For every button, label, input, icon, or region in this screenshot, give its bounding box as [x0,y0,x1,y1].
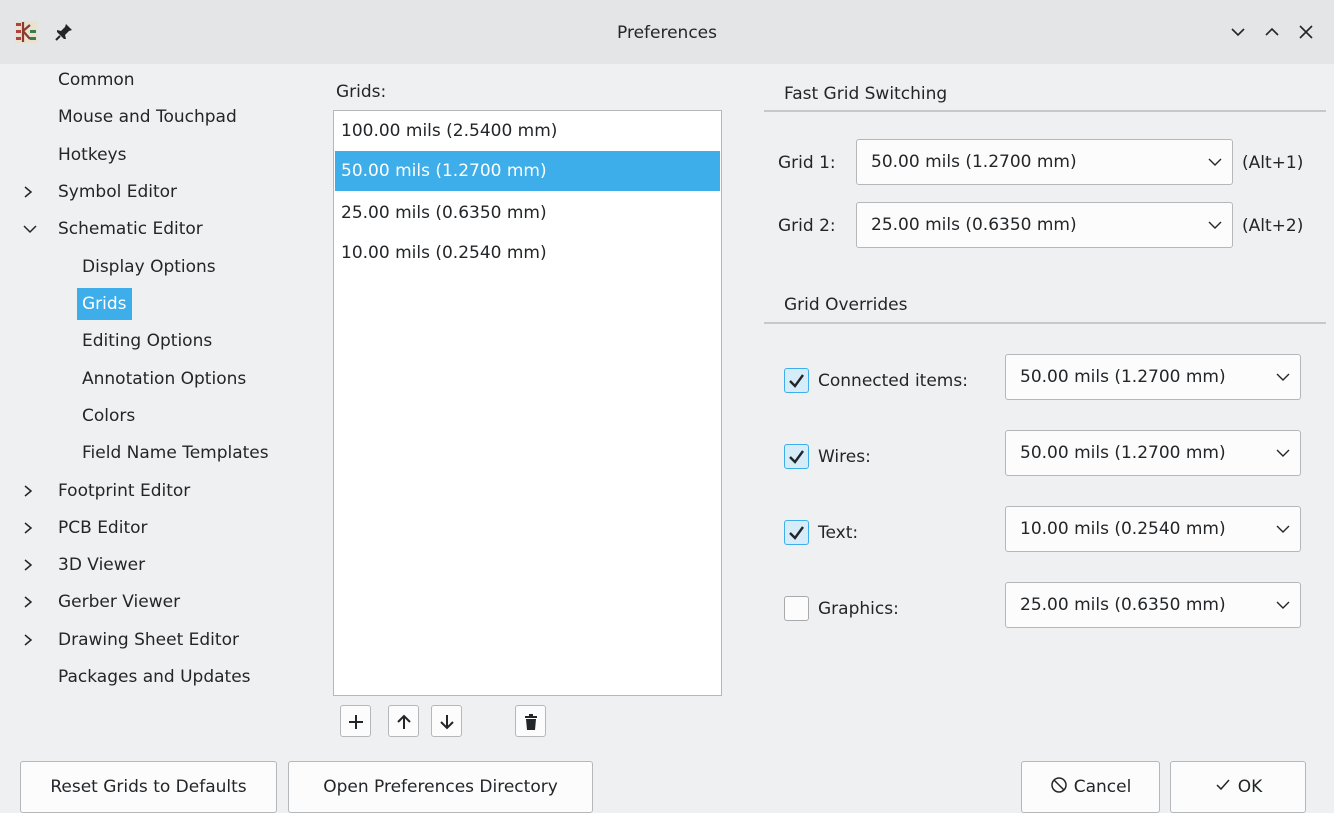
grid1-select[interactable]: 50.00 mils (1.2700 mm) [856,139,1233,185]
cancel-icon [1050,777,1067,793]
tree-item-symbol-editor[interactable]: Symbol Editor [0,176,300,208]
connected-items-select[interactable]: 50.00 mils (1.2700 mm) [1005,354,1301,400]
graphics-label: Graphics: [818,599,899,619]
connected-items-checkbox[interactable] [784,368,809,393]
chevron-down-icon[interactable] [22,213,40,245]
tree-item-drawing-sheet-editor[interactable]: Drawing Sheet Editor [0,624,300,656]
ok-label: OK [1237,777,1263,797]
separator [764,110,1326,112]
text-select[interactable]: 10.00 mils (0.2540 mm) [1005,506,1301,552]
list-item[interactable]: 10.00 mils (0.2540 mm) [335,233,720,273]
tree-item-gerber-viewer[interactable]: Gerber Viewer [0,586,300,618]
plus-icon [349,715,363,729]
text-checkbox[interactable] [784,520,809,545]
chevron-down-icon [1276,601,1290,609]
chevron-right-icon[interactable] [22,512,40,544]
wires-checkbox[interactable] [784,444,809,469]
reset-grids-button[interactable]: Reset Grids to Defaults [20,761,277,813]
tree-item-pcb-editor[interactable]: PCB Editor [0,512,300,544]
cancel-button[interactable]: Cancel [1021,761,1160,813]
cancel-label: Cancel [1073,777,1132,797]
arrow-up-icon [397,714,411,729]
chevron-right-icon[interactable] [22,475,40,507]
list-item[interactable]: 50.00 mils (1.2700 mm) [335,151,720,191]
ok-button[interactable]: OK [1170,761,1306,813]
checkmark-icon [789,526,804,540]
separator [764,322,1326,324]
text-label: Text: [818,523,859,543]
grid2-select[interactable]: 25.00 mils (0.6350 mm) [856,202,1233,248]
grid2-label: Grid 2: [778,216,836,236]
grid1-label: Grid 1: [778,153,836,173]
arrow-down-icon [440,715,454,730]
close-icon[interactable] [1296,22,1316,42]
graphics-select[interactable]: 25.00 mils (0.6350 mm) [1005,582,1301,628]
list-item[interactable]: 25.00 mils (0.6350 mm) [335,193,720,233]
maximize-icon[interactable] [1262,22,1282,42]
trash-icon [525,714,537,730]
checkmark-icon [789,450,804,464]
graphics-checkbox[interactable] [784,596,809,621]
add-grid-button[interactable] [340,705,371,737]
chevron-down-icon [1276,373,1290,381]
fast-grid-switching-title: Fast Grid Switching [784,84,948,104]
chevron-right-icon[interactable] [22,586,40,618]
grid-overrides-title: Grid Overrides [784,295,908,315]
tree-item-schematic-editor[interactable]: Schematic Editor [0,213,300,245]
checkmark-icon [789,374,804,388]
chevron-right-icon[interactable] [22,624,40,656]
title-bar: Preferences [0,0,1334,64]
connected-items-label: Connected items: [818,371,968,391]
wires-label: Wires: [818,447,871,467]
chevron-down-icon [1208,158,1222,166]
wires-select[interactable]: 50.00 mils (1.2700 mm) [1005,430,1301,476]
delete-grid-button[interactable] [515,705,546,737]
move-up-button[interactable] [388,705,419,737]
checkmark-icon [1216,779,1230,791]
chevron-right-icon[interactable] [22,549,40,581]
grid2-shortcut: (Alt+2) [1242,216,1304,236]
chevron-down-icon [1276,449,1290,457]
grids-label: Grids: [336,82,387,102]
open-preferences-directory-button[interactable]: Open Preferences Directory [288,761,593,813]
grids-list[interactable]: 100.00 mils (2.5400 mm) 50.00 mils (1.27… [333,110,722,696]
chevron-right-icon[interactable] [22,176,40,208]
list-item[interactable]: 100.00 mils (2.5400 mm) [335,111,720,151]
tree-item-3d-viewer[interactable]: 3D Viewer [0,549,300,581]
grid1-shortcut: (Alt+1) [1242,153,1304,173]
chevron-down-icon [1276,525,1290,533]
chevron-down-icon [1208,221,1222,229]
tree-item-footprint-editor[interactable]: Footprint Editor [0,475,300,507]
move-down-button[interactable] [431,705,462,737]
window-title: Preferences [617,23,717,43]
minimize-icon[interactable] [1228,22,1248,42]
preferences-tree: Common Mouse and Touchpad Hotkeys Symbol… [0,64,314,746]
